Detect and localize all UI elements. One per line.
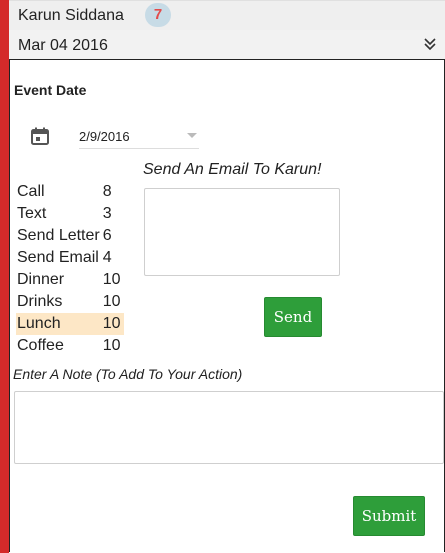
- caret-down-icon: [187, 133, 197, 138]
- submit-button[interactable]: Submit: [353, 496, 425, 536]
- action-row-drinks[interactable]: Drinks 10: [16, 291, 124, 313]
- email-title: Send An Email To Karun!: [143, 161, 322, 178]
- contact-header[interactable]: Karun Siddana 7: [9, 0, 445, 31]
- count-badge: 7: [145, 3, 171, 27]
- send-button[interactable]: Send: [264, 297, 322, 337]
- action-count: 4: [102, 249, 112, 266]
- header-date: Mar 04 2016: [18, 37, 108, 54]
- action-row-dinner[interactable]: Dinner 10: [16, 269, 124, 291]
- left-accent-bar: [0, 0, 9, 553]
- action-label: Text: [17, 205, 47, 222]
- action-count: 10: [102, 293, 121, 310]
- chevron-double-down-icon[interactable]: [423, 36, 437, 52]
- action-count: 8: [102, 183, 112, 200]
- note-textarea[interactable]: [14, 391, 444, 464]
- action-row-coffee[interactable]: Coffee 10: [16, 335, 124, 357]
- action-label: Coffee: [17, 337, 64, 354]
- event-date-label: Event Date: [14, 82, 87, 98]
- action-list: Call 8 Text 3 Send Letter 6 Send Email 4…: [16, 181, 124, 357]
- action-label: Send Letter: [17, 227, 100, 244]
- action-row-send-email[interactable]: Send Email 4: [16, 247, 124, 269]
- action-label: Lunch: [16, 313, 101, 335]
- action-row-text[interactable]: Text 3: [16, 203, 124, 225]
- note-label: Enter A Note (To Add To Your Action): [13, 366, 243, 382]
- event-date-select[interactable]: 2/9/2016: [79, 122, 199, 149]
- action-row-lunch[interactable]: Lunch 10: [16, 313, 124, 335]
- action-count: 10: [102, 271, 121, 288]
- action-count: 10: [100, 313, 124, 335]
- email-textarea[interactable]: [144, 188, 340, 276]
- contact-name: Karun Siddana: [18, 7, 124, 24]
- calendar-icon[interactable]: [31, 127, 49, 145]
- event-date-value: 2/9/2016: [79, 129, 130, 144]
- action-count: 10: [102, 337, 121, 354]
- action-count: 3: [102, 205, 112, 222]
- action-label: Call: [17, 183, 45, 200]
- action-label: Dinner: [17, 271, 65, 288]
- action-row-call[interactable]: Call 8: [16, 181, 124, 203]
- action-label: Drinks: [17, 293, 63, 310]
- action-row-send-letter[interactable]: Send Letter 6: [16, 225, 124, 247]
- action-count: 6: [102, 227, 112, 244]
- action-label: Send Email: [17, 249, 99, 266]
- date-header[interactable]: Mar 04 2016: [9, 30, 445, 59]
- action-panel: Event Date 2/9/2016 Call 8 Text 3 Send L…: [9, 59, 445, 552]
